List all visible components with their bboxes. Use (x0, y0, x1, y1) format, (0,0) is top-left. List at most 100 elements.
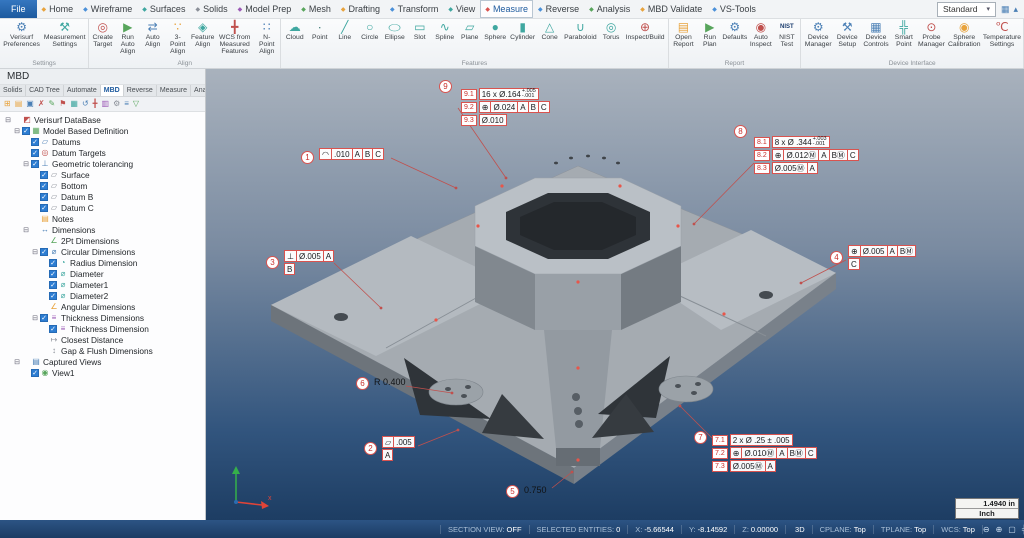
annotation-4[interactable]: ⊕Ø.005ABⓂC (848, 245, 916, 271)
ribbon-button-n-point-align[interactable]: ∷ N-Point Align (254, 19, 279, 59)
folder-icon[interactable]: ▤ (15, 99, 23, 109)
tree-checkbox[interactable]: ✓ (40, 182, 48, 190)
ribbon-button-cone[interactable]: △ Cone (537, 19, 562, 59)
ribbon-button-sphere-calibration[interactable]: ◉ Sphere Calibration (947, 19, 982, 59)
tree-checkbox[interactable]: ✓ (49, 270, 57, 278)
tree-checkbox[interactable]: ✓ (49, 281, 57, 289)
menu-tab-model-prep[interactable]: ◆ Model Prep (233, 0, 297, 18)
viewport[interactable]: x 1.4940 in Inch 1◠.010ABC99.116 x Ø.164… (206, 68, 1024, 520)
tree-item-verisurf-database[interactable]: ⊟ ◩ Verisurf DataBase (0, 114, 205, 125)
annotation-8[interactable]: 8.18 x Ø .344+.003-.0018.2⊕Ø.012ⓂABⓂC8.3… (754, 136, 859, 175)
tree-expander-icon[interactable]: ⊟ (31, 248, 39, 256)
menu-tab-home[interactable]: ◆ Home (37, 0, 79, 18)
annotation-3[interactable]: ⊥Ø.005AB (284, 250, 334, 276)
panel-tab-solids[interactable]: Solids (0, 85, 26, 96)
tree-item-datums[interactable]: ✓ ▱ Datums (0, 136, 205, 147)
ribbon-button-torus[interactable]: ◎ Torus (599, 19, 624, 59)
tree-checkbox[interactable]: ✓ (40, 314, 48, 322)
balloon-5[interactable]: 5 (506, 485, 519, 498)
save-icon[interactable]: ▣ (26, 99, 34, 109)
tab-file[interactable]: File (0, 0, 37, 18)
tree-checkbox[interactable]: ✓ (31, 160, 39, 168)
status-item-selected-entities[interactable]: SELECTED ENTITIES: 0 (530, 525, 629, 534)
ribbon-button-defaults[interactable]: ⚙ Defaults (722, 19, 747, 59)
tree-item-datum-targets[interactable]: ✓ ◎ Datum Targets (0, 147, 205, 158)
status-item-section-view[interactable]: SECTION VIEW: OFF (440, 525, 530, 534)
axes-icon[interactable]: ╋ (93, 99, 98, 109)
annotation-9[interactable]: 9.116 x Ø.164+.005-.0019.2⊕Ø.024ABC9.3Ø.… (461, 88, 550, 127)
filter-icon[interactable]: ▽ (133, 99, 139, 109)
balloon-8[interactable]: 8 (734, 125, 747, 138)
menu-tab-mbd-validate[interactable]: ◆ MBD Validate (635, 0, 707, 18)
status-item-cplane[interactable]: CPLANE: Top (813, 525, 874, 534)
tree-item-diameter2[interactable]: ✓ ⌀ Diameter2 (0, 290, 205, 301)
balloon-1[interactable]: 1 (301, 151, 314, 164)
flag-icon[interactable]: ⚑ (59, 99, 66, 109)
ribbon-button-plane[interactable]: ▱ Plane (457, 19, 482, 59)
ribbon-button-cloud[interactable]: ☁ Cloud (282, 19, 307, 59)
menu-tab-surfaces[interactable]: ◆ Surfaces (137, 0, 190, 18)
part-3d-view[interactable] (206, 68, 1024, 520)
tree-expander-icon[interactable]: ⊟ (22, 226, 30, 234)
ribbon-button-slot[interactable]: ▭ Slot (407, 19, 432, 59)
panel-tab-reverse[interactable]: Reverse (124, 85, 157, 96)
status-item-x[interactable]: X: -5.66544 (628, 525, 682, 534)
tree-item-captured-views[interactable]: ⊟ ▤ Captured Views (0, 356, 205, 367)
ribbon-button-measurement-settings[interactable]: ⚒ Measurement Settings (42, 19, 87, 59)
ribbon-button-spline[interactable]: ∿ Spline (432, 19, 457, 59)
tree-checkbox[interactable]: ✓ (22, 127, 30, 135)
layers-icon[interactable]: ▥ (102, 99, 110, 109)
ribbon-button-probe-manager[interactable]: ⊙ Probe Manager (916, 19, 946, 59)
tree-expander-icon[interactable]: ⊟ (31, 314, 39, 322)
tree-checkbox[interactable]: ✓ (31, 138, 39, 146)
balloon-9[interactable]: 9 (439, 80, 452, 93)
tree-item-diameter1[interactable]: ✓ ⌀ Diameter1 (0, 279, 205, 290)
tree-expander-icon[interactable]: ⊟ (22, 160, 30, 168)
paint-icon[interactable]: ✎ (49, 99, 56, 109)
ribbon-button-point[interactable]: ∙ Point (307, 19, 332, 59)
ribbon-button-nist-test[interactable]: NIST NIST Test (774, 19, 799, 59)
tree-item-dimensions[interactable]: ⊟ ↔ Dimensions (0, 224, 205, 235)
annotation-5[interactable]: 0.750 (524, 485, 547, 495)
tree-checkbox[interactable]: ✓ (49, 292, 57, 300)
status-item[interactable]: 3D (786, 525, 813, 534)
ribbon-button-paraboloid[interactable]: ∪ Paraboloid (562, 19, 599, 59)
tree-checkbox[interactable]: ✓ (40, 248, 48, 256)
new-item-icon[interactable]: ⊞ (4, 99, 11, 109)
ribbon-button-wcs-from-measured-features[interactable]: ╋ WCS from Measured Features (215, 19, 254, 59)
zoom-fit-icon[interactable]: ▢ (1008, 525, 1016, 534)
zoom-in-icon[interactable]: ⊕ (996, 525, 1003, 534)
menu-tab-vs-tools[interactable]: ◆ VS-Tools (707, 0, 761, 18)
annotation-1[interactable]: ◠.010ABC (319, 148, 384, 161)
tree-item-datum-b[interactable]: ✓ ▱ Datum B (0, 191, 205, 202)
panel-tab-measure[interactable]: Measure (157, 85, 191, 96)
tree-item-closest-distance[interactable]: ↦ Closest Distance (0, 334, 205, 345)
tree-item-angular-dimensions[interactable]: ∠ Angular Dimensions (0, 301, 205, 312)
ribbon-button-device-setup[interactable]: ⚒ Device Setup (834, 19, 861, 59)
ribbon-button-line[interactable]: ╱ Line (332, 19, 357, 59)
panel-tab-cad-tree[interactable]: CAD Tree (26, 85, 64, 96)
tree-item-notes[interactable]: ▤ Notes (0, 213, 205, 224)
tree-item-circular-dimensions[interactable]: ⊟ ✓ ⌀ Circular Dimensions (0, 246, 205, 257)
menu-tab-view[interactable]: ◆ View (443, 0, 480, 18)
tree-checkbox[interactable]: ✓ (31, 369, 39, 377)
ribbon-button-3-point-align[interactable]: ∵ 3-Point Align (165, 19, 190, 59)
menu-tab-solids[interactable]: ◆ Solids (190, 0, 232, 18)
ribbon-button-feature-align[interactable]: ◈ Feature Align (190, 19, 215, 59)
ribbon-button-auto-align[interactable]: ⇄ Auto Align (140, 19, 165, 59)
tree-item-radius-dimension[interactable]: ✓ ◔ Radius Dimension (0, 257, 205, 268)
annotation-2[interactable]: ▱.005A (382, 436, 415, 462)
tree-item-diameter[interactable]: ✓ ⌀ Diameter (0, 268, 205, 279)
tree-item-datum-c[interactable]: ✓ ▱ Datum C (0, 202, 205, 213)
panel-tab-mbd[interactable]: MBD (101, 85, 124, 96)
menu-tab-analysis[interactable]: ◆ Analysis (584, 0, 635, 18)
ribbon-button-cylinder[interactable]: ▮ Cylinder (508, 19, 537, 59)
zoom-out-icon[interactable]: ⊖ (983, 525, 990, 534)
ribbon-button-run-auto-align[interactable]: ▶ Run Auto Align (115, 19, 140, 59)
tree-checkbox[interactable]: ✓ (40, 204, 48, 212)
ribbon-button-ellipse[interactable]: ◯ Ellipse (382, 19, 407, 59)
status-item-wcs[interactable]: WCS: Top (934, 525, 983, 534)
grid-icon[interactable]: ▦ (70, 99, 78, 109)
tree-checkbox[interactable]: ✓ (31, 149, 39, 157)
status-item-tplane[interactable]: TPLANE: Top (874, 525, 934, 534)
